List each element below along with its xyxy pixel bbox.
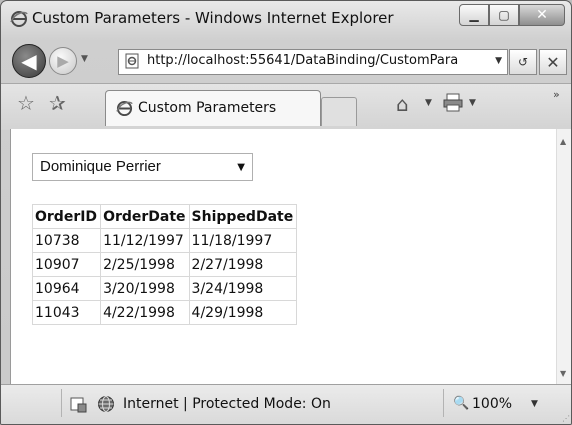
globe-icon: [98, 396, 114, 412]
tab-bar: ☆ ✰ Custom Parameters ⌂ ▼ ▼ »: [1, 83, 571, 130]
table-row: 11043 4/22/1998 4/29/1998: [31, 300, 298, 325]
table-cell: 11/12/1997: [100, 228, 190, 253]
ie-logo-icon: [10, 11, 28, 27]
table-cell: 11/18/1997: [188, 228, 298, 253]
table-cell: 3/24/1998: [188, 276, 298, 301]
table-cell: 10964: [31, 276, 102, 301]
favorites-star-icon[interactable]: ☆: [17, 91, 35, 115]
page-content: Dominique Perrier ▼ OrderID OrderDate Sh…: [10, 129, 557, 384]
maximize-button[interactable]: ▢: [489, 4, 519, 26]
table-cell: 11043: [31, 300, 102, 325]
printer-icon[interactable]: [442, 92, 464, 112]
status-divider: [61, 389, 62, 417]
navigation-bar: ◀ ▶ ▼ http://localhost:55641/DataBinding…: [1, 41, 571, 81]
table-row: 10964 3/20/1998 3/24/1998: [31, 276, 298, 301]
column-header-orderid: OrderID: [31, 204, 102, 229]
address-bar[interactable]: http://localhost:55641/DataBinding/Custo…: [118, 49, 508, 75]
orders-table: OrderID OrderDate ShippedDate 10738 11/1…: [31, 204, 298, 325]
add-favorites-icon[interactable]: ✰: [49, 91, 66, 115]
customer-select[interactable]: Dominique Perrier ▼: [32, 153, 253, 181]
customer-select-value: Dominique Perrier: [40, 158, 161, 175]
table-cell: 10738: [31, 228, 102, 253]
address-dropdown-icon[interactable]: ▼: [495, 56, 502, 66]
security-zone-text: Internet | Protected Mode: On: [123, 396, 331, 412]
home-dropdown-icon[interactable]: ▼: [425, 98, 432, 108]
zoom-dropdown-icon[interactable]: ▼: [531, 399, 538, 409]
column-header-orderdate: OrderDate: [100, 204, 190, 229]
recent-pages-dropdown[interactable]: ▼: [81, 54, 88, 64]
scroll-up-icon[interactable]: ▲: [560, 137, 566, 146]
scroll-down-icon[interactable]: ▼: [560, 369, 566, 378]
tab-custom-parameters[interactable]: Custom Parameters: [105, 90, 321, 126]
page-icon: [125, 53, 139, 69]
table-cell: 4/29/1998: [188, 300, 298, 325]
window-title: Custom Parameters - Windows Internet Exp…: [32, 9, 394, 27]
browser-window: Custom Parameters - Windows Internet Exp…: [0, 0, 572, 425]
more-tools-chevron-icon[interactable]: »: [553, 88, 560, 101]
table-cell: 10907: [31, 252, 102, 277]
chevron-down-icon[interactable]: ▼: [237, 162, 245, 173]
back-button[interactable]: ◀: [12, 44, 46, 78]
column-header-shippeddate: ShippedDate: [188, 204, 298, 229]
print-dropdown-icon[interactable]: ▼: [469, 98, 476, 108]
tab-label: Custom Parameters: [138, 100, 277, 116]
window-controls: ▁ ▢ ✕: [459, 4, 565, 26]
table-row: 10907 2/25/1998 2/27/1998: [31, 252, 298, 277]
minimize-button[interactable]: ▁: [459, 4, 489, 26]
table-cell: 3/20/1998: [100, 276, 190, 301]
status-divider: [443, 389, 444, 417]
status-bar: Internet | Protected Mode: On 🔍 100% ▼ ⋰: [1, 384, 571, 424]
vertical-scrollbar[interactable]: ▲ ▼: [556, 129, 571, 384]
address-url[interactable]: http://localhost:55641/DataBinding/Custo…: [147, 53, 481, 68]
home-icon[interactable]: ⌂: [396, 92, 409, 116]
zoom-level[interactable]: 100%: [472, 396, 512, 412]
page-status-icon[interactable]: [69, 395, 87, 413]
table-cell: 4/22/1998: [100, 300, 190, 325]
table-row: 10738 11/12/1997 11/18/1997: [31, 228, 298, 253]
table-cell: 2/27/1998: [188, 252, 298, 277]
stop-button[interactable]: ✕: [539, 49, 567, 75]
refresh-button[interactable]: ↺: [509, 49, 537, 75]
new-tab-button[interactable]: [321, 97, 357, 126]
zoom-icon[interactable]: 🔍: [453, 396, 469, 411]
forward-button[interactable]: ▶: [49, 47, 77, 75]
table-header-row: OrderID OrderDate ShippedDate: [31, 204, 298, 229]
table-cell: 2/25/1998: [100, 252, 190, 277]
ie-logo-icon: [116, 100, 133, 117]
title-bar: Custom Parameters - Windows Internet Exp…: [1, 1, 571, 39]
close-button[interactable]: ✕: [519, 4, 565, 26]
resize-grip-icon[interactable]: ⋰: [562, 414, 570, 423]
